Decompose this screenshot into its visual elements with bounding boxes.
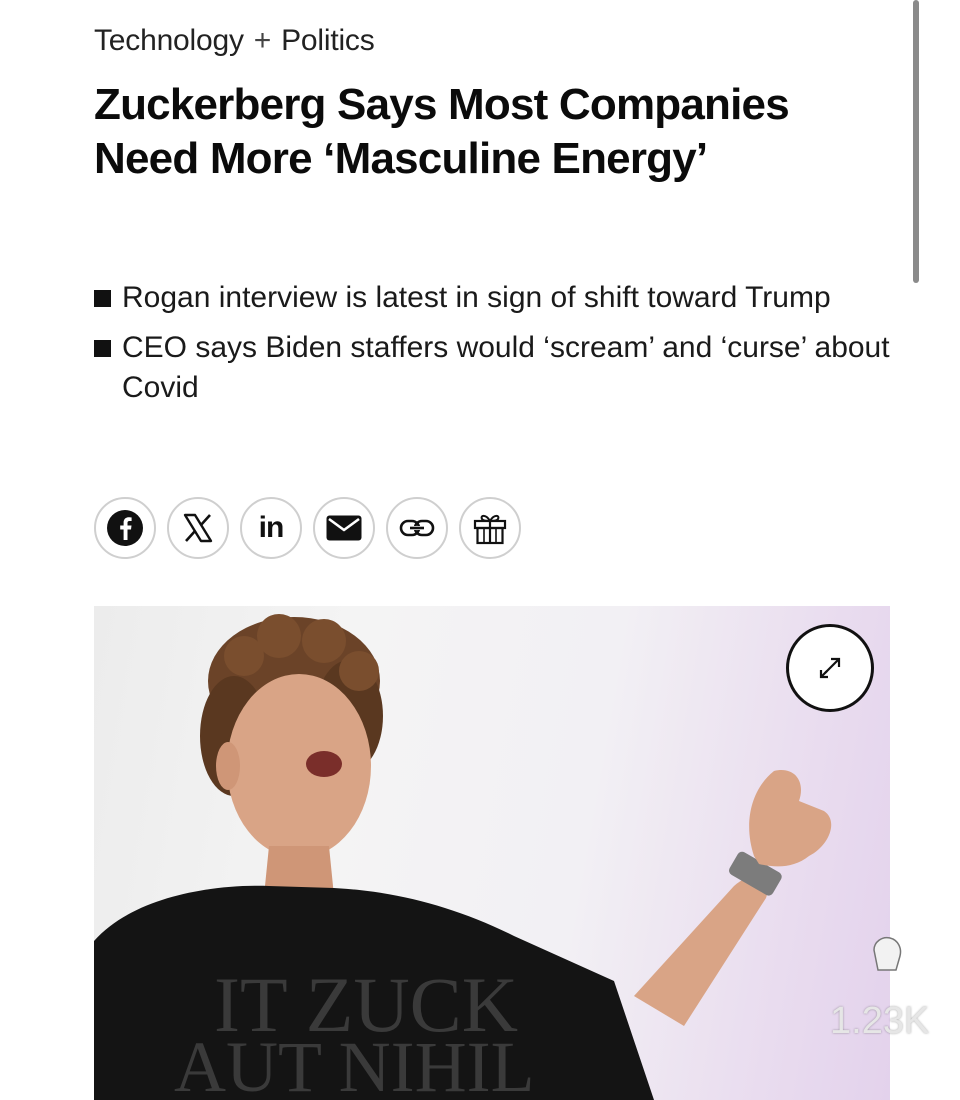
share-email-button[interactable] bbox=[313, 497, 375, 559]
summary-bullet-text: CEO says Biden staffers would ‘scream’ a… bbox=[122, 331, 890, 404]
breadcrumb-separator: + bbox=[253, 24, 272, 57]
bullet-square-icon bbox=[94, 340, 111, 357]
share-x-button[interactable] bbox=[167, 497, 229, 559]
facebook-icon bbox=[107, 510, 143, 546]
bullet-square-icon bbox=[94, 290, 111, 307]
share-bar: in bbox=[94, 497, 521, 559]
shirt-text-line2: AUT NIHIL bbox=[174, 1027, 535, 1100]
breadcrumb-technology[interactable]: Technology bbox=[94, 24, 244, 58]
breadcrumb-politics[interactable]: Politics bbox=[281, 24, 375, 58]
summary-bullet-1: Rogan interview is latest in sign of shi… bbox=[94, 278, 914, 318]
share-gift-button[interactable] bbox=[459, 497, 521, 559]
summary-bullets: Rogan interview is latest in sign of shi… bbox=[94, 278, 914, 418]
breadcrumb: Technology + Politics bbox=[94, 24, 375, 58]
article-page: Technology + Politics Zuckerberg Says Mo… bbox=[0, 0, 960, 1100]
share-linkedin-button[interactable]: in bbox=[240, 497, 302, 559]
x-icon bbox=[183, 513, 213, 543]
share-copy-link-button[interactable] bbox=[386, 497, 448, 559]
link-icon bbox=[399, 519, 435, 537]
reaction-count: 1.23K bbox=[830, 1000, 930, 1042]
scrollbar[interactable] bbox=[913, 0, 919, 283]
summary-bullet-text: Rogan interview is latest in sign of shi… bbox=[122, 281, 831, 314]
article-headline: Zuckerberg Says Most Companies Need More… bbox=[94, 80, 790, 183]
hero-photo: IT ZUCK AUT NIHIL bbox=[94, 614, 832, 1100]
reaction-icon[interactable] bbox=[868, 930, 908, 976]
hero-image[interactable]: IT ZUCK AUT NIHIL bbox=[94, 606, 890, 1100]
expand-icon bbox=[819, 657, 841, 679]
summary-bullet-2: CEO says Biden staffers would ‘scream’ a… bbox=[94, 328, 914, 408]
gift-icon bbox=[473, 514, 507, 545]
expand-image-button[interactable] bbox=[786, 624, 874, 712]
linkedin-icon: in bbox=[258, 511, 285, 544]
mail-icon bbox=[326, 515, 362, 541]
share-facebook-button[interactable] bbox=[94, 497, 156, 559]
